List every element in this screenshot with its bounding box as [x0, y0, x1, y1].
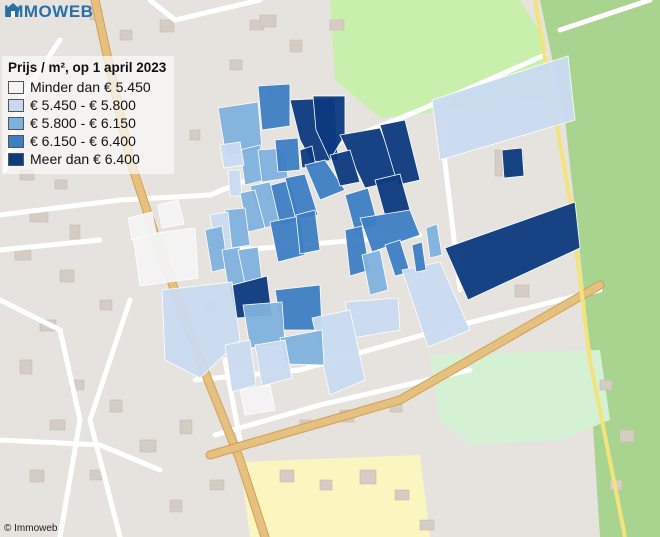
- legend-row: € 6.150 - € 6.400: [8, 132, 168, 150]
- legend-row: € 5.800 - € 6.150: [8, 114, 168, 132]
- copyright-notice: © Immoweb: [4, 523, 58, 534]
- house-icon: [5, 3, 21, 17]
- legend-swatch: [8, 80, 24, 94]
- price-parcel: [425, 223, 443, 259]
- legend-swatch: [8, 152, 24, 166]
- price-parcel: [227, 169, 243, 197]
- price-parcel: [239, 384, 276, 416]
- price-parcel: [224, 339, 257, 393]
- legend-label: € 6.150 - € 6.400: [30, 133, 136, 149]
- price-map[interactable]: IMMOWEB Prijs / m², op 1 april 2023 Mind…: [0, 0, 660, 537]
- price-parcel: [254, 339, 293, 387]
- legend-row: Meer dan € 6.400: [8, 150, 168, 168]
- price-parcel: [219, 141, 245, 169]
- price-parcel: [361, 249, 389, 296]
- legend-swatch: [8, 116, 24, 130]
- price-parcel: [157, 199, 185, 229]
- legend-row: € 5.450 - € 5.800: [8, 96, 168, 114]
- immoweb-logo[interactable]: IMMOWEB: [4, 2, 93, 22]
- price-parcel: [257, 83, 291, 131]
- legend-swatch: [8, 98, 24, 112]
- legend-label: € 5.800 - € 6.150: [30, 115, 136, 131]
- price-parcel: [295, 209, 321, 255]
- legend-label: Minder dan € 5.450: [30, 79, 151, 95]
- price-parcel: [501, 147, 525, 179]
- legend-title: Prijs / m², op 1 april 2023: [8, 60, 167, 75]
- price-legend: Prijs / m², op 1 april 2023 Minder dan €…: [2, 56, 174, 174]
- legend-swatch: [8, 134, 24, 148]
- price-parcel: [274, 137, 301, 173]
- legend-label: Meer dan € 6.400: [30, 151, 140, 167]
- legend-label: € 5.450 - € 5.800: [30, 97, 136, 113]
- price-parcel: [444, 201, 581, 301]
- legend-row: Minder dan € 5.450: [8, 78, 168, 96]
- price-parcel: [431, 55, 576, 161]
